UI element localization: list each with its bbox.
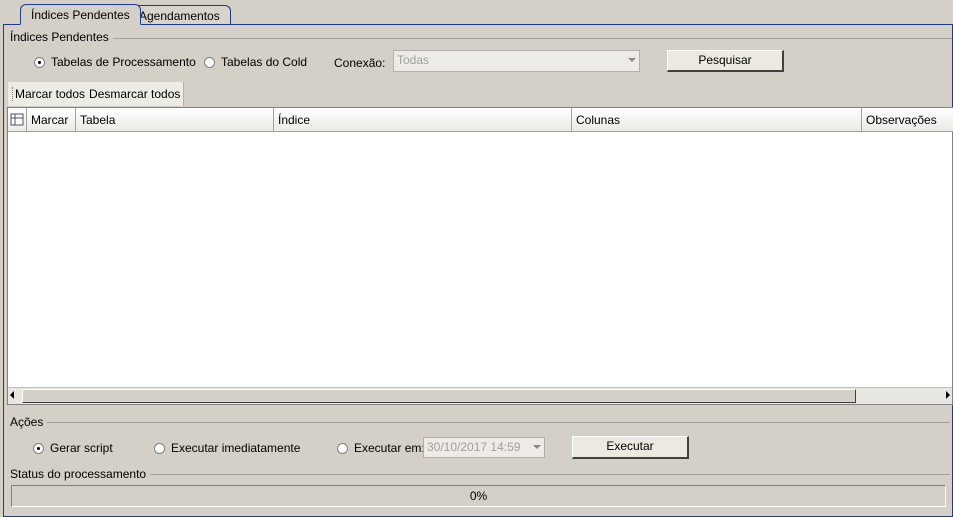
data-value: 30/10/2017 14:59 (427, 440, 521, 454)
radio-icon (154, 442, 165, 454)
column-header-indice[interactable]: Índice (274, 108, 572, 132)
pesquisar-button[interactable]: Pesquisar (667, 50, 784, 72)
radio-label: Executar imediatamente (171, 441, 301, 455)
conexao-label: Conexão: (334, 56, 386, 70)
group-divider (11, 474, 950, 475)
chevron-down-icon (533, 445, 541, 449)
column-header-marcar[interactable]: Marcar (27, 108, 76, 132)
conexao-select[interactable]: Todas (393, 50, 640, 72)
indices-grid[interactable]: Marcar Tabela Índice Colunas Observações (7, 107, 953, 405)
radio-selected-icon (34, 56, 45, 68)
column-header-colunas[interactable]: Colunas (572, 108, 862, 132)
data-execucao-picker[interactable]: 30/10/2017 14:59 (423, 437, 545, 458)
group-divider (11, 422, 950, 423)
grip-icon (12, 87, 13, 101)
scroll-right-icon[interactable] (946, 391, 950, 399)
marcar-todos-button[interactable]: Marcar todos (15, 87, 85, 101)
radio-label: Tabelas de Processamento (51, 55, 196, 69)
radio-executar-imediatamente[interactable]: Executar imediatamente (154, 441, 300, 455)
radio-executar-em[interactable]: Executar em: (337, 441, 425, 455)
radio-gerar-script[interactable]: Gerar script (33, 441, 113, 455)
radio-selected-icon (33, 442, 44, 454)
column-header-tabela[interactable]: Tabela (76, 108, 274, 132)
radio-tabelas-cold[interactable]: Tabelas do Cold (204, 55, 307, 69)
conexao-value: Todas (397, 53, 430, 67)
status-group-label: Status do processamento (8, 467, 151, 481)
chevron-down-icon (628, 58, 636, 62)
radio-label: Tabelas do Cold (221, 55, 308, 69)
scrollbar-thumb[interactable] (22, 389, 856, 403)
indices-group-label: Índices Pendentes (8, 30, 113, 44)
group-divider (12, 38, 952, 39)
progress-text: 0% (469, 489, 488, 503)
progress-bar: 0% (11, 485, 946, 507)
toolbar: Marcar todos Desmarcar todos (8, 82, 184, 106)
radio-icon (337, 442, 348, 454)
radio-icon (204, 56, 215, 68)
scroll-left-icon[interactable] (10, 391, 14, 399)
tab-indices-pendentes[interactable]: Índices Pendentes (20, 4, 141, 25)
desmarcar-todos-button[interactable]: Desmarcar todos (89, 87, 180, 101)
column-header-observacoes[interactable]: Observações (862, 108, 953, 132)
executar-button[interactable]: Executar (572, 436, 689, 459)
acoes-group-label: Ações (8, 415, 48, 429)
radio-tabelas-processamento[interactable]: Tabelas de Processamento (34, 55, 196, 69)
radio-label: Gerar script (50, 441, 113, 455)
horizontal-scrollbar[interactable] (8, 387, 952, 404)
radio-label: Executar em: (354, 441, 425, 455)
tab-agendamentos[interactable]: Agendamentos (128, 5, 231, 25)
column-chooser-icon[interactable] (8, 108, 27, 132)
